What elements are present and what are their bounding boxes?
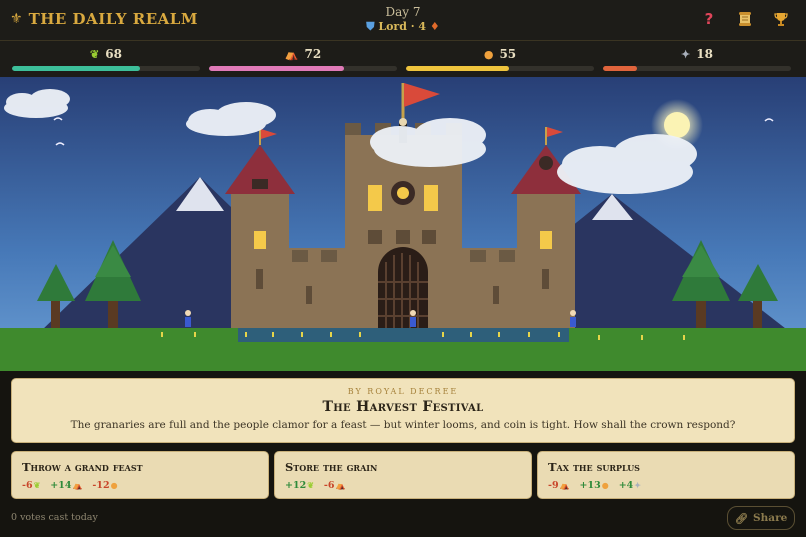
effect: +13● xyxy=(580,480,609,491)
stat-meter xyxy=(406,66,594,71)
stat-fill xyxy=(603,66,637,71)
rank-label: Lord xyxy=(378,20,407,33)
stat-fill xyxy=(209,66,345,71)
share-label: Share xyxy=(753,512,788,524)
wolf-icon: ✦ xyxy=(634,480,641,490)
wheat-icon: ❦ xyxy=(33,480,41,490)
stat-crops: ❦ 68 xyxy=(12,41,200,77)
tent-icon: ⛺ xyxy=(335,480,346,490)
stat-people: ⛺ 72 xyxy=(209,41,397,77)
event-title: The Harvest Festival xyxy=(322,399,484,415)
wheat-icon: ❦ xyxy=(307,480,314,490)
effect: -9⛺ xyxy=(548,480,570,491)
effect: +14⛺ xyxy=(50,480,82,491)
effect: -6❦ xyxy=(22,480,40,491)
coin-icon: ● xyxy=(110,480,118,490)
moon xyxy=(664,112,690,138)
flame-icon: ♦ xyxy=(429,20,440,33)
shield-icon: ⛊ xyxy=(366,20,375,33)
stat-fill xyxy=(406,66,510,71)
stat-meter xyxy=(209,66,397,71)
effect-value: +4 xyxy=(618,480,634,491)
effect: +12❦ xyxy=(285,480,314,491)
rank-separator: · xyxy=(406,20,419,33)
effect-value: -6 xyxy=(323,480,335,491)
effect: -6⛺ xyxy=(324,480,346,491)
choice-effects: -9⛺ +13● +4✦ xyxy=(548,480,641,491)
header-actions: ? xyxy=(700,10,790,28)
choice-effects: -6❦ +14⛺ -12● xyxy=(22,480,118,491)
tent-icon: ⛺ xyxy=(72,480,83,490)
day-label: Day 7 xyxy=(385,5,421,19)
tent-icon: ⛺ xyxy=(284,48,299,61)
tent-icon: ⛺ xyxy=(559,480,570,490)
effect-value: +13 xyxy=(579,480,601,491)
share-button[interactable]: 🔗︎ Share xyxy=(727,506,795,530)
choice-label: Store the grain xyxy=(285,460,378,474)
stat-meter xyxy=(12,66,200,71)
stat-gold: ● 55 xyxy=(406,41,594,77)
effect-value: -6 xyxy=(22,480,33,491)
streak-count: 4 xyxy=(418,20,427,33)
effect-value: +12 xyxy=(285,480,307,491)
stat-value: 55 xyxy=(499,47,517,61)
moat xyxy=(238,328,569,342)
effect-value: -12 xyxy=(92,480,110,491)
header: ⚜ THE DAILY REALM Day 7 ⛊ Lord · 4 ♦ ? xyxy=(0,0,806,41)
scroll-icon[interactable] xyxy=(736,10,754,28)
vote-count: 0 votes cast today xyxy=(11,512,98,523)
event-description: The granaries are full and the people cl… xyxy=(70,419,736,431)
stat-threat: ✦ 18 xyxy=(603,41,791,77)
choice-store-grain[interactable]: Store the grain +12❦ -6⛺ xyxy=(274,451,532,499)
coin-icon: ● xyxy=(601,480,609,490)
stat-fill xyxy=(12,66,140,71)
stat-meter xyxy=(603,66,791,71)
wheat-icon: ❦ xyxy=(90,48,100,61)
choice-label: Throw a grand feast xyxy=(22,460,143,474)
effect-value: +14 xyxy=(50,480,72,491)
choice-tax-surplus[interactable]: Tax the surplus -9⛺ +13● +4✦ xyxy=(537,451,795,499)
castle-scene xyxy=(0,77,806,371)
trophy-icon[interactable] xyxy=(772,10,790,28)
day-indicator: Day 7 ⛊ Lord · 4 ♦ xyxy=(0,5,806,34)
stat-value: 18 xyxy=(696,47,713,61)
link-icon: 🔗︎ xyxy=(734,512,749,525)
choice-effects: +12❦ -6⛺ xyxy=(285,480,345,491)
effect: -12● xyxy=(92,480,117,491)
rank-line: ⛊ Lord · 4 ♦ xyxy=(0,20,806,34)
effect-value: -9 xyxy=(548,480,559,491)
game-app: ⚜ THE DAILY REALM Day 7 ⛊ Lord · 4 ♦ ? ❦… xyxy=(0,0,806,537)
stat-value: 72 xyxy=(304,47,322,61)
choice-label: Tax the surplus xyxy=(548,460,640,474)
wolf-icon: ✦ xyxy=(681,48,691,61)
stats-bar: ❦ 68 ⛺ 72 ● 55 ✦ 18 xyxy=(0,41,806,77)
choice-grand-feast[interactable]: Throw a grand feast -6❦ +14⛺ -12● xyxy=(11,451,269,499)
event-card: BY ROYAL DECREE The Harvest Festival The… xyxy=(11,378,795,443)
help-icon[interactable]: ? xyxy=(700,10,718,28)
stat-value: 68 xyxy=(105,47,122,61)
event-kicker: BY ROYAL DECREE xyxy=(347,387,459,396)
coin-icon: ● xyxy=(483,48,494,61)
effect: +4✦ xyxy=(619,480,641,491)
